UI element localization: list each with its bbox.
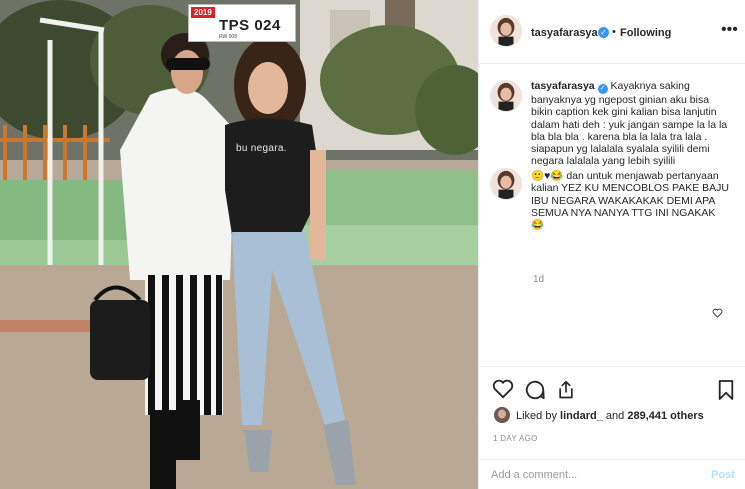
post-comment-button[interactable]: Post — [711, 469, 735, 481]
caption-continuation: 🙂♥😂 dan untuk menjawab pertanyaan kalian… — [531, 170, 731, 231]
post-actions: Liked by lindard_ and 289,441 others 1 D… — [479, 366, 745, 470]
post-details-panel: tasyafarasya ✓ • Following ••• tasyafara… — [478, 0, 745, 489]
post-header: tasyafarasya ✓ • Following ••• — [479, 0, 745, 64]
avatar-icon — [494, 407, 510, 423]
caption-text: Kayaknya saking banyaknya yg ngepost gin… — [531, 80, 728, 168]
avatar-icon — [491, 169, 521, 199]
sign-text: TPS 024 — [219, 17, 281, 34]
like-heart-icon[interactable] — [492, 379, 514, 399]
comment-input[interactable] — [491, 467, 691, 483]
separator-dot: • — [612, 26, 616, 38]
comment-author-avatar[interactable] — [490, 168, 522, 200]
likes-others-link[interactable]: 289,441 others — [627, 410, 703, 422]
author-avatar[interactable] — [490, 15, 522, 47]
polling-station-sign: 2019 TPS 024 RW 008 — [188, 4, 296, 42]
caption-emoji: 🙂♥😂 — [531, 170, 564, 182]
verified-badge-icon: ✓ — [598, 27, 609, 38]
add-comment-bar: Post — [479, 459, 745, 489]
more-options-icon[interactable]: ••• — [721, 22, 738, 38]
caption-username[interactable]: tasyafarasya — [531, 80, 595, 92]
share-icon[interactable] — [556, 379, 576, 401]
caption-end-emoji: 😂 — [531, 219, 545, 232]
liker-avatar[interactable] — [494, 407, 510, 423]
post-photo[interactable]: 2019 TPS 024 RW 008 bu negara. — [0, 0, 478, 489]
sign-year: 2019 — [191, 7, 215, 18]
author-username[interactable]: tasyafarasya — [531, 27, 598, 39]
avatar-icon — [491, 81, 521, 111]
caption-author-avatar[interactable] — [490, 80, 522, 112]
comment-age: 1d — [533, 274, 545, 285]
sign-sub: RW 008 — [219, 34, 237, 40]
following-button[interactable]: Following — [620, 27, 671, 39]
likes-summary: Liked by lindard_ and 289,441 others — [516, 410, 704, 422]
comment-bubble-icon[interactable] — [524, 379, 546, 401]
like-comment-heart-icon[interactable] — [712, 308, 723, 318]
avatar-icon — [491, 16, 521, 46]
liked-by-and: and — [605, 410, 625, 422]
liked-by-user-link[interactable]: lindard_ — [560, 410, 603, 422]
photo-illustration — [0, 0, 478, 489]
post-caption: tasyafarasya ✓ Kayaknya saking banyaknya… — [531, 80, 731, 168]
save-bookmark-icon[interactable] — [717, 379, 735, 401]
verified-badge-icon: ✓ — [597, 84, 608, 94]
shirt-print-text: bu negara. — [236, 143, 287, 154]
liked-by-prefix: Liked by — [516, 410, 557, 422]
post-timestamp[interactable]: 1 DAY AGO — [493, 434, 538, 443]
